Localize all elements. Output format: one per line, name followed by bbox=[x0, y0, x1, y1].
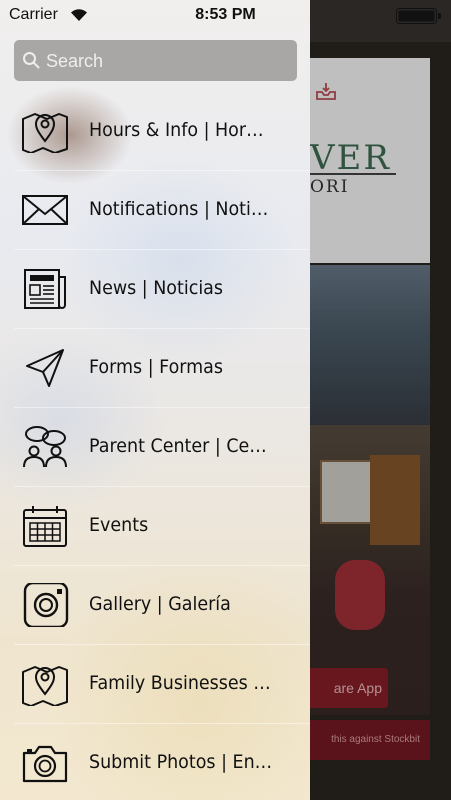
status-time: 8:53 PM bbox=[195, 6, 256, 23]
search-input[interactable] bbox=[44, 40, 293, 83]
menu-label: Hours & Info | Horas y... bbox=[89, 119, 273, 141]
menu-label: Parent Center | Centro... bbox=[89, 435, 273, 457]
menu-label: News | Noticias bbox=[89, 277, 224, 299]
battery-icon bbox=[396, 8, 441, 24]
menu-label: Gallery | Galería bbox=[89, 593, 231, 615]
chat-people-icon bbox=[23, 426, 67, 468]
background-dim-overlay[interactable] bbox=[310, 0, 451, 800]
menu-label: Notifications | Notificaci... bbox=[89, 198, 273, 220]
menu-item-parent-center[interactable]: Parent Center | Centro... bbox=[0, 407, 310, 486]
instagram-icon bbox=[23, 583, 69, 627]
menu-label: Submit Photos | Enviar... bbox=[89, 751, 273, 773]
map-pin-icon bbox=[22, 113, 68, 153]
menu-label: Family Businesses | Ne... bbox=[89, 672, 273, 694]
newspaper-icon bbox=[24, 269, 66, 309]
menu-item-forms[interactable]: Forms | Formas bbox=[0, 328, 310, 407]
menu-item-events[interactable]: Events bbox=[0, 486, 310, 565]
menu-item-family-businesses[interactable]: Family Businesses | Ne... bbox=[0, 644, 310, 723]
menu-item-submit-photos[interactable]: Submit Photos | Enviar... bbox=[0, 723, 310, 800]
menu-item-gallery[interactable]: Gallery | Galería bbox=[0, 565, 310, 644]
search-bar[interactable] bbox=[14, 40, 297, 83]
camera-icon bbox=[22, 745, 68, 783]
menu-item-hours-info[interactable]: Hours & Info | Horas y... bbox=[0, 91, 310, 170]
menu-label: Forms | Formas bbox=[89, 356, 224, 378]
background-app: VER ORI are App this against Stockbit bbox=[310, 0, 451, 800]
side-drawer: Hours & Info | Horas y... Notifications … bbox=[0, 0, 310, 800]
calendar-icon bbox=[23, 506, 67, 547]
map-pin-icon bbox=[22, 666, 68, 706]
menu-item-notifications[interactable]: Notifications | Notificaci... bbox=[0, 170, 310, 249]
menu-label: Events bbox=[89, 514, 149, 536]
menu-item-news[interactable]: News | Noticias bbox=[0, 249, 310, 328]
envelope-icon bbox=[22, 195, 68, 225]
status-bar: Carrier 8:53 PM bbox=[0, 0, 451, 30]
search-icon bbox=[23, 52, 40, 69]
paper-plane-icon bbox=[26, 349, 64, 387]
